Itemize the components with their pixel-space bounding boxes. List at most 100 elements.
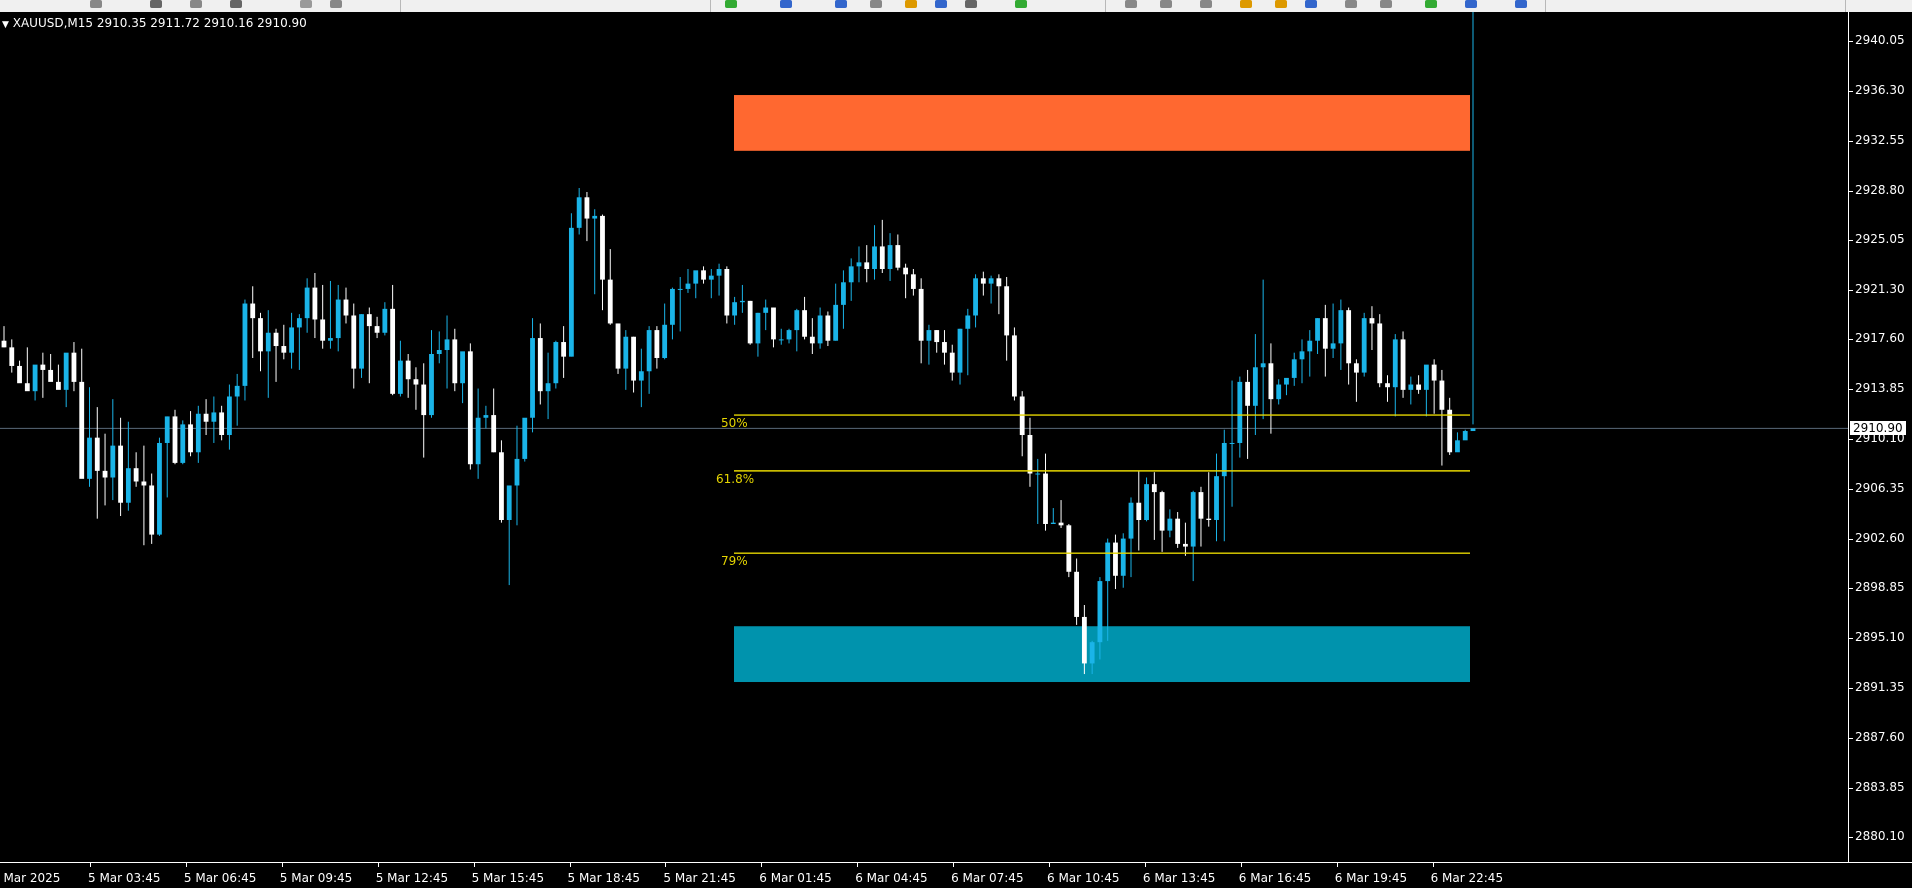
toolbar-icon[interactable] (935, 0, 947, 8)
candle (312, 272, 318, 339)
toolbar-icon[interactable] (1160, 0, 1172, 8)
candle-body (856, 262, 862, 267)
candle (304, 278, 310, 333)
candle-body (786, 330, 792, 340)
toolbar-icon[interactable] (780, 0, 792, 8)
candle-body (118, 445, 123, 503)
candle (475, 388, 481, 479)
candle-body (157, 442, 162, 535)
price-label: 2883.85 (1855, 779, 1905, 794)
candle-body (320, 319, 326, 341)
candle-body (1284, 377, 1289, 385)
candle-body (646, 330, 652, 372)
time-label: 6 Mar 19:45 (1334, 871, 1408, 885)
candle (701, 266, 706, 284)
toolbar-icon[interactable] (230, 0, 242, 8)
candle (545, 352, 551, 420)
candle (949, 344, 955, 381)
toolbar-icon[interactable] (190, 0, 202, 8)
candle (63, 352, 69, 408)
candle (1369, 306, 1375, 351)
candle-body (48, 369, 54, 382)
candle (436, 331, 442, 364)
collapse-arrow-icon[interactable]: ▼ (2, 20, 9, 30)
candle-body (203, 413, 209, 422)
candle (1004, 276, 1010, 361)
candle (1221, 429, 1227, 542)
toolbar-icon[interactable] (1015, 0, 1027, 8)
candle-body (568, 227, 574, 357)
candle-body (32, 364, 38, 392)
time-axis[interactable]: 4 Mar 2025 5 Mar 03:45 5 Mar 06:45 5 Mar 09… (0, 862, 1912, 888)
toolbar-icon[interactable] (1125, 0, 1137, 8)
candle (848, 258, 854, 301)
candle-body (79, 381, 85, 479)
candle-body (87, 437, 92, 479)
toolbar-icon[interactable] (1465, 0, 1477, 8)
candle-body (1120, 538, 1126, 576)
candle (809, 318, 815, 354)
toolbar-separator (1105, 0, 1106, 12)
price-tick (1849, 488, 1853, 490)
candle-body (1012, 335, 1017, 397)
time-label: 5 Mar 06:45 (183, 871, 257, 885)
toolbar-icon[interactable] (300, 0, 312, 8)
candle (1214, 453, 1219, 542)
supply-zone[interactable] (734, 95, 1470, 151)
toolbar-icon[interactable] (1345, 0, 1357, 8)
candle (1338, 299, 1344, 370)
candle (1392, 334, 1398, 417)
candle (1050, 508, 1056, 524)
candle-body (1361, 318, 1367, 373)
candle (1167, 509, 1173, 538)
toolbar-icon[interactable] (90, 0, 102, 8)
candle (444, 315, 450, 389)
price-axis[interactable]: 2940.05 2936.30 2932.55 2928.80 2925.05 2921.… (1848, 12, 1912, 862)
candle-body (149, 485, 155, 535)
candle (258, 312, 263, 372)
candle-body (506, 485, 512, 520)
candle (553, 340, 559, 389)
toolbar-icon[interactable] (330, 0, 342, 8)
toolbar-icon[interactable] (905, 0, 917, 8)
toolbar-icon[interactable] (1380, 0, 1392, 8)
toolbar-icon[interactable] (835, 0, 847, 8)
candle (1190, 490, 1196, 582)
candle (1151, 472, 1157, 540)
toolbar-icon[interactable] (965, 0, 977, 8)
candle (40, 352, 46, 398)
candle-body (631, 336, 636, 381)
current-price-tag: 2910.90 (1850, 421, 1906, 436)
candle (48, 354, 54, 382)
toolbar-icon[interactable] (870, 0, 882, 8)
candle-body (1058, 522, 1064, 526)
toolbar-icon[interactable] (150, 0, 162, 8)
candle-body (1066, 525, 1072, 572)
candle-body (879, 246, 885, 270)
candle (149, 473, 155, 544)
toolbar-icon[interactable] (725, 0, 737, 8)
candle (1120, 533, 1126, 588)
candle-body (1128, 502, 1134, 539)
price-tick (1849, 837, 1853, 839)
candle (79, 348, 85, 479)
price-label: 2887.60 (1855, 729, 1905, 744)
candlestick-plot[interactable] (0, 12, 1848, 862)
toolbar-icon[interactable] (1515, 0, 1527, 8)
toolbar-icon[interactable] (1275, 0, 1287, 8)
candle (1385, 375, 1390, 402)
candle-body (1455, 440, 1460, 453)
candle-body (724, 269, 730, 316)
toolbar-icon[interactable] (1425, 0, 1437, 8)
candle (1229, 380, 1235, 507)
chart-area[interactable]: ▼ XAUUSD,M15 2910.35 2911.72 2910.16 291… (0, 12, 1848, 862)
toolbar-icon[interactable] (1305, 0, 1317, 8)
candle-body (499, 452, 504, 520)
candle (670, 287, 675, 340)
candle (841, 270, 846, 329)
candle-body (1260, 363, 1266, 368)
candle (568, 213, 574, 357)
toolbar-icon[interactable] (1240, 0, 1252, 8)
candle (817, 307, 823, 349)
toolbar-icon[interactable] (1200, 0, 1212, 8)
